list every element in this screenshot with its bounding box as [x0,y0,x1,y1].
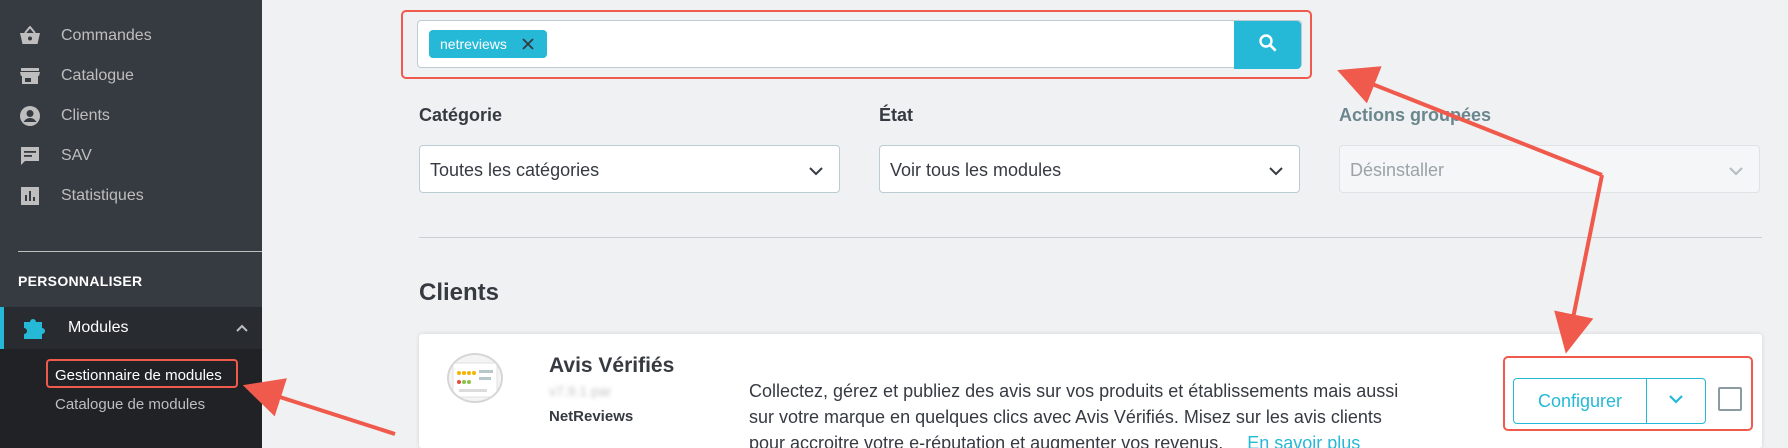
basket-icon [18,24,42,48]
module-search-input[interactable]: netreviews [417,20,1302,69]
category-filter-label: Catégorie [419,105,503,125]
sidebar-item-sav[interactable]: SAV [0,136,262,176]
sidebar-item-label: Modules [68,319,129,336]
state-filter-label: État [879,105,914,125]
puzzle-icon [22,316,48,340]
sidebar-item-modules[interactable]: Modules [0,307,262,349]
active-indicator [0,307,4,349]
search-tag: netreviews [429,30,547,58]
search-tag-label: netreviews [440,36,507,52]
bulk-actions-select[interactable]: Désinstaller [1339,145,1760,193]
category-title: Clients [419,279,500,306]
sidebar-item-commandes[interactable]: Commandes [0,16,262,56]
module-name: Avis Vérifiés [549,354,675,377]
sidebar-item-label: Commandes [61,27,152,44]
category-select-value: Toutes les catégories [430,160,600,180]
module-version: v7.9.1 par [549,383,612,399]
chevron-down-icon [1267,162,1285,180]
arrow-to-sidebar-item [242,378,396,436]
chevron-down-icon [807,162,825,180]
configure-button[interactable]: Configurer [1514,379,1646,423]
state-select[interactable]: Voir tous les modules [879,145,1300,193]
sidebar-item-label: Clients [61,107,110,124]
arrow-to-configure [1554,174,1604,354]
more-actions-button[interactable] [1647,379,1705,423]
module-author: NetReviews [549,408,634,425]
module-description: Collectez, gérez et publiez des avis sur… [749,378,1419,448]
module-select-checkbox[interactable] [1718,387,1742,411]
chevron-down-icon [1667,390,1685,413]
sidebar-item-catalogue[interactable]: Catalogue [0,56,262,96]
module-logo [447,353,503,403]
submenu-item-catalogue[interactable]: Catalogue de modules [55,396,205,413]
sidebar-item-label: Statistiques [61,187,144,204]
category-select[interactable]: Toutes les catégories [419,145,840,193]
sidebar-item-label: Catalogue [61,67,134,84]
annotation-highlight-box [46,359,238,388]
sidebar-item-clients[interactable]: Clients [0,96,262,136]
bulk-actions-label: Actions groupées [1339,105,1492,125]
content-divider [419,237,1762,238]
chevron-up-icon[interactable] [234,320,250,336]
bulk-actions-value: Désinstaller [1350,160,1445,180]
search-button[interactable] [1234,21,1301,69]
chevron-down-icon [1727,162,1745,180]
search-icon [1258,33,1278,58]
sidebar-item-label: SAV [61,147,92,164]
module-action-group: Configurer [1513,378,1706,424]
chat-icon [18,144,42,168]
account-circle-icon [18,104,42,128]
sidebar-divider [18,251,262,252]
state-select-value: Voir tous les modules [890,160,1062,180]
close-icon[interactable] [521,37,535,51]
read-more-link[interactable]: En savoir plus [1247,433,1360,448]
bar-chart-icon [18,184,42,208]
store-icon [18,64,42,88]
sidebar-item-statistiques[interactable]: Statistiques [0,176,262,216]
sidebar-section-title: PERSONNALISER [18,273,143,289]
